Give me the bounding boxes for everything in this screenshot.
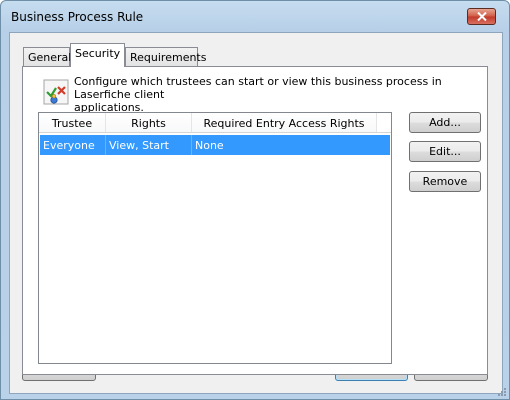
column-rights-label: Rights (131, 117, 166, 130)
tab-general[interactable]: General (23, 47, 72, 67)
list-header: Trustee Rights Required Entry Access Rig… (39, 113, 391, 133)
tab-security-label: Security (75, 47, 121, 60)
title-bar[interactable]: Business Process Rule (1, 1, 509, 33)
tab-requirements-label: Requirements (130, 51, 207, 64)
add-button[interactable]: Add... (409, 112, 481, 133)
dialog-client-area: General Security Requirements Configure … (9, 32, 503, 394)
cell-required-rights: None (195, 139, 224, 152)
window-title: Business Process Rule (11, 10, 144, 24)
close-button[interactable] (467, 8, 496, 25)
rule-security-icon (43, 79, 69, 105)
column-header-trustee[interactable]: Trustee (39, 113, 106, 133)
column-trustee-label: Trustee (51, 117, 93, 130)
description-line-1: Configure which trustees can start or vi… (74, 75, 442, 101)
column-header-required-rights[interactable]: Required Entry Access Rights (192, 113, 377, 133)
trustee-list[interactable]: Trustee Rights Required Entry Access Rig… (38, 112, 392, 364)
description-text: Configure which trustees can start or vi… (74, 75, 484, 114)
tab-security[interactable]: Security (70, 43, 125, 67)
remove-button[interactable]: Remove (409, 171, 481, 192)
table-row[interactable]: Everyone View, Start None (40, 135, 390, 155)
security-tab-panel: Configure which trustees can start or vi… (22, 66, 488, 375)
close-icon (477, 12, 487, 21)
tab-requirements[interactable]: Requirements (125, 47, 206, 67)
resize-grip-icon[interactable] (495, 385, 507, 397)
tab-general-label: General (28, 51, 72, 64)
column-required-label: Required Entry Access Rights (203, 117, 365, 130)
cell-trustee: Everyone (40, 135, 106, 155)
header-divider (39, 132, 391, 133)
column-header-rights[interactable]: Rights (106, 113, 192, 133)
edit-button[interactable]: Edit... (409, 141, 481, 162)
dialog-window: Business Process Rule General Security R… (0, 0, 510, 400)
cell-rights: View, Start (106, 135, 192, 155)
